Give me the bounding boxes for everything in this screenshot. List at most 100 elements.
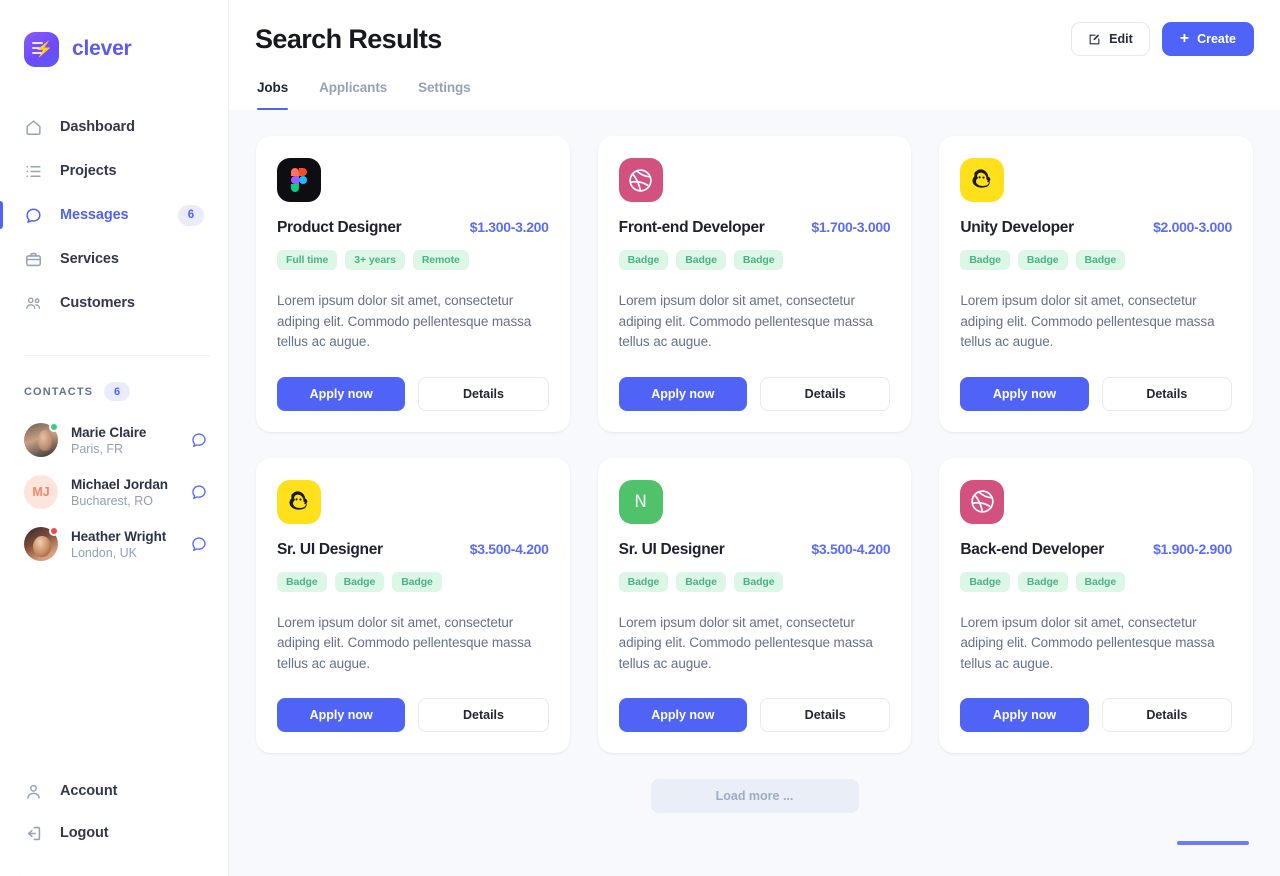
chat-bubble-icon[interactable] xyxy=(190,431,208,449)
sidebar-item-logout[interactable]: Logout xyxy=(0,812,228,854)
job-badge: Badge xyxy=(277,571,327,592)
sidebar-item-label: Logout xyxy=(60,825,109,841)
bolt-icon: ⚡ xyxy=(34,41,54,58)
job-salary: $1.300-3.200 xyxy=(469,219,549,235)
apply-now-button[interactable]: Apply now xyxy=(618,698,747,732)
apply-now-button[interactable]: Apply now xyxy=(618,376,747,411)
users-icon xyxy=(24,294,43,313)
job-card[interactable]: N Sr. UI Designer $3.500-4.200 Badge Bad… xyxy=(597,457,912,753)
contacts-count-badge: 6 xyxy=(104,382,131,401)
job-badges: Badge Badge Badge xyxy=(618,571,891,592)
sidebar-item-projects[interactable]: Projects xyxy=(0,149,228,193)
job-card-actions: Apply now Details xyxy=(277,376,549,411)
job-description: Lorem ipsum dolor sit amet, consectetur … xyxy=(618,293,873,349)
sidebar-item-messages[interactable]: Messages 6 xyxy=(0,193,228,237)
job-badge: 3+ years xyxy=(345,250,405,270)
dribbble-logo-icon xyxy=(618,158,663,202)
job-salary: $2.000-3.000 xyxy=(1153,219,1232,235)
sidebar-item-label: Dashboard xyxy=(60,119,135,135)
job-badges: Badge Badge Badge xyxy=(960,571,1232,592)
contact-item[interactable]: Marie Claire Paris, FR xyxy=(0,414,228,466)
dribbble-mark xyxy=(627,167,654,194)
apply-now-button[interactable]: Apply now xyxy=(277,698,406,732)
brand[interactable]: ⚡ clever xyxy=(0,0,228,72)
contact-location: Bucharest, RO xyxy=(71,493,153,508)
contacts-header: CONTACTS 6 xyxy=(0,356,228,401)
job-card-actions: Apply now Details xyxy=(618,376,891,411)
tab-applicants[interactable]: Applicants xyxy=(319,80,387,110)
job-card[interactable]: Back-end Developer $1.900-2.900 Badge Ba… xyxy=(939,457,1253,753)
sidebar-item-dashboard[interactable]: Dashboard xyxy=(0,105,228,149)
details-button[interactable]: Details xyxy=(760,376,891,411)
chat-bubble-icon[interactable] xyxy=(190,535,208,553)
job-card-header: Unity Developer $2.000-3.000 xyxy=(960,219,1232,237)
figma-logo-icon xyxy=(277,158,321,202)
job-salary: $3.500-4.200 xyxy=(811,540,891,557)
job-badge: Badge xyxy=(1017,571,1068,592)
details-button[interactable]: Details xyxy=(418,376,549,411)
details-button[interactable]: Details xyxy=(1101,698,1232,732)
job-title: Front-end Developer xyxy=(618,219,765,236)
peek-accent-bar xyxy=(1177,841,1249,845)
job-badges: Badge Badge Badge xyxy=(277,571,549,592)
apply-now-button[interactable]: Apply now xyxy=(960,698,1089,732)
job-card[interactable]: Front-end Developer $1.700-3.000 Badge B… xyxy=(597,136,912,432)
job-description: Lorem ipsum dolor sit amet, consectetur … xyxy=(618,614,873,671)
contact-list: Marie Claire Paris, FR MJ Michael Jordan… xyxy=(0,414,228,570)
brand-logo-icon: ⚡ xyxy=(24,31,59,67)
job-salary: $3.500-4.200 xyxy=(469,540,549,557)
contact-location: London, UK xyxy=(71,545,138,560)
job-salary: $1.700-3.000 xyxy=(811,219,891,235)
avatar xyxy=(24,526,59,561)
apply-now-button[interactable]: Apply now xyxy=(277,376,406,411)
status-dot-online xyxy=(49,422,59,432)
list-icon xyxy=(24,162,43,181)
tab-bar: Jobs Applicants Settings xyxy=(255,80,1254,110)
job-badges: Badge Badge Badge xyxy=(618,250,891,270)
chat-bubble-icon[interactable] xyxy=(190,483,208,501)
contact-item[interactable]: Heather Wright London, UK xyxy=(0,518,228,570)
chat-bubble-icon xyxy=(24,206,43,225)
page-title: Search Results xyxy=(255,24,442,54)
details-button[interactable]: Details xyxy=(418,698,549,732)
pencil-square-icon xyxy=(1088,33,1101,46)
create-button[interactable]: + Create xyxy=(1161,22,1254,56)
job-badge: Badge xyxy=(960,250,1010,270)
details-button[interactable]: Details xyxy=(1101,376,1232,411)
home-icon xyxy=(24,118,43,137)
contact-item[interactable]: MJ Michael Jordan Bucharest, RO xyxy=(0,466,228,518)
status-dot-busy xyxy=(49,526,59,536)
job-card[interactable]: Unity Developer $2.000-3.000 Badge Badge… xyxy=(939,136,1253,432)
details-button[interactable]: Details xyxy=(760,698,891,732)
job-badge: Full time xyxy=(277,250,338,270)
job-card-actions: Apply now Details xyxy=(277,698,549,732)
edit-button[interactable]: Edit xyxy=(1071,22,1150,56)
tab-jobs[interactable]: Jobs xyxy=(257,80,289,110)
job-title: Sr. UI Designer xyxy=(618,540,725,558)
load-more-button[interactable]: Load more ... xyxy=(650,779,859,813)
apply-now-button[interactable]: Apply now xyxy=(960,376,1089,411)
edit-button-label: Edit xyxy=(1109,32,1133,46)
job-badge: Badge xyxy=(618,250,669,270)
sidebar-item-services[interactable]: Services xyxy=(0,237,228,281)
sidebar-item-customers[interactable]: Customers xyxy=(0,281,228,325)
sidebar-bottom-nav: Account Logout xyxy=(0,770,228,876)
job-card[interactable]: Sr. UI Designer $3.500-4.200 Badge Badge… xyxy=(256,457,570,753)
job-card-actions: Apply now Details xyxy=(960,698,1232,732)
job-card-actions: Apply now Details xyxy=(960,376,1232,411)
main-content: Search Results Edit + Create Jobs Applic… xyxy=(228,0,1280,876)
job-cards-grid: Product Designer $1.300-3.200 Full time … xyxy=(256,136,1253,753)
job-badges: Badge Badge Badge xyxy=(960,250,1232,270)
tab-settings[interactable]: Settings xyxy=(418,80,471,110)
sidebar-item-label: Projects xyxy=(60,163,117,179)
job-card[interactable]: Product Designer $1.300-3.200 Full time … xyxy=(256,136,570,432)
job-description: Lorem ipsum dolor sit amet, consectetur … xyxy=(960,293,1215,349)
job-badge: Badge xyxy=(676,571,726,592)
job-badge: Badge xyxy=(676,250,726,270)
dribbble-logo-icon xyxy=(960,479,1005,524)
topbar-row: Search Results Edit + Create xyxy=(255,22,1254,56)
sidebar-item-account[interactable]: Account xyxy=(0,770,228,812)
job-badge: Badge xyxy=(334,571,385,592)
avatar: MJ xyxy=(24,475,58,509)
briefcase-icon xyxy=(24,250,43,269)
